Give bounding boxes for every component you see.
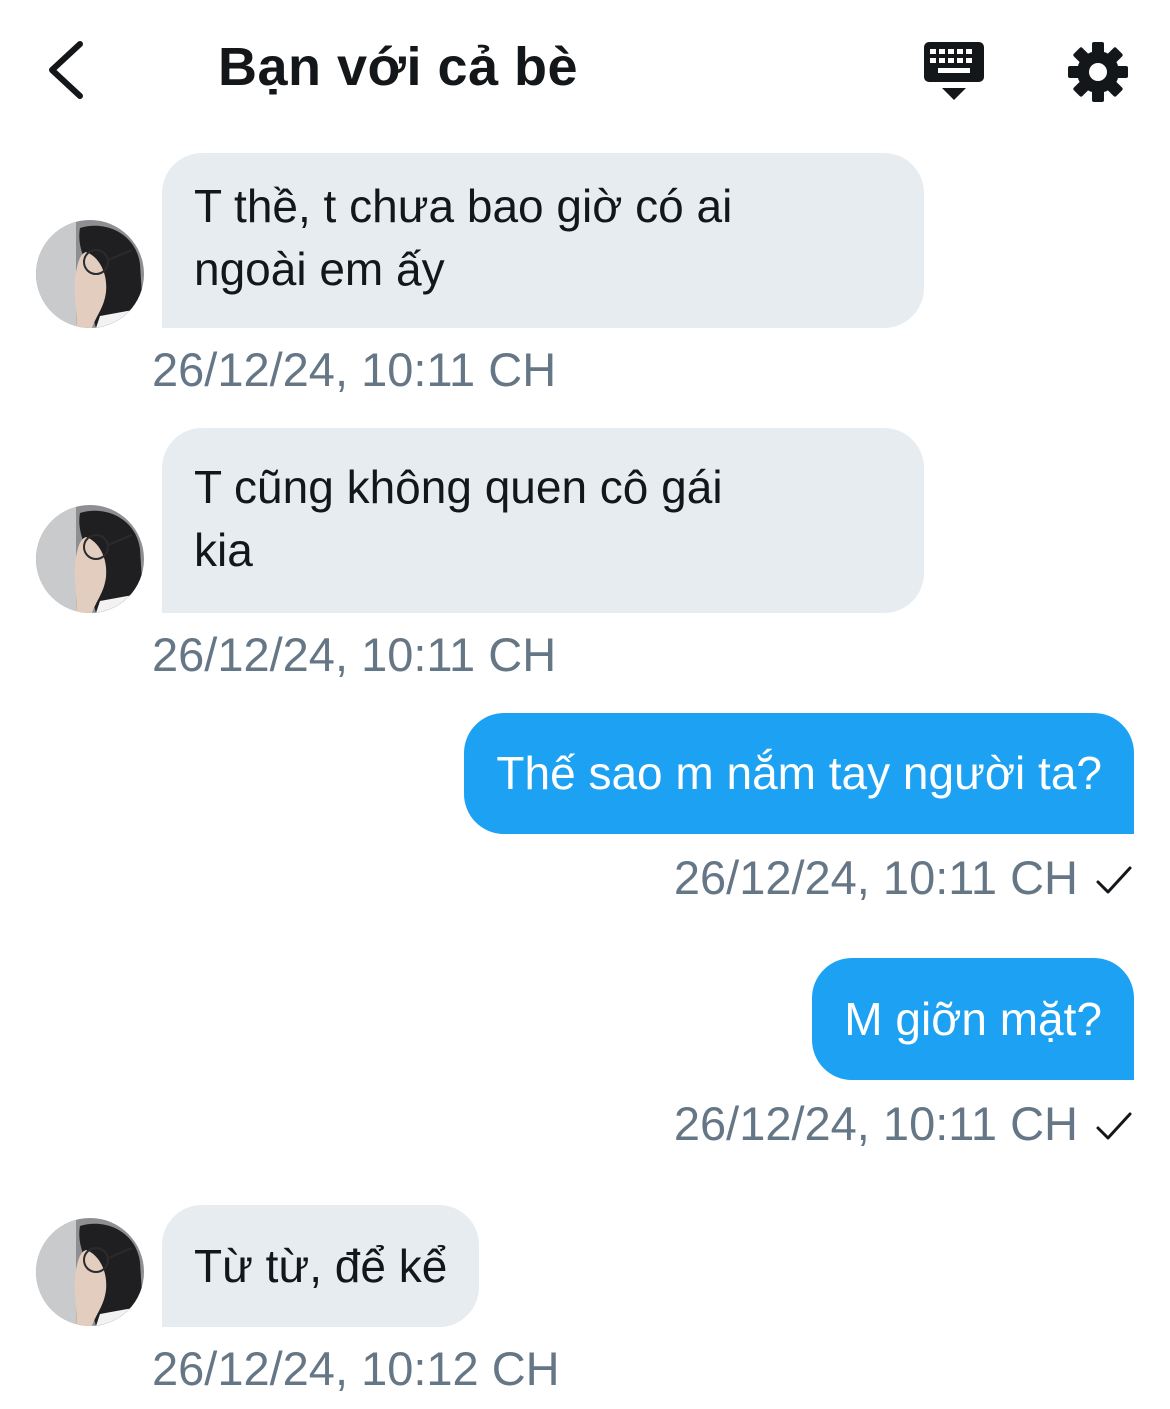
chevron-left-icon bbox=[49, 41, 83, 99]
message-timestamp: 26/12/24, 10:12 CH bbox=[152, 1342, 560, 1395]
incoming-message-bubble[interactable]: T thề, t chưa bao giờ có ai ngoài em ấy bbox=[162, 153, 924, 328]
message-timestamp: 26/12/24, 10:11 CH bbox=[152, 628, 557, 681]
avatar[interactable] bbox=[36, 1218, 144, 1326]
message-timestamp: 26/12/24, 10:11 CH bbox=[152, 343, 557, 396]
message-timestamp: 26/12/24, 10:11 CH bbox=[673, 1097, 1078, 1150]
checkmark-icon bbox=[1096, 866, 1132, 894]
keyboard-icon bbox=[924, 42, 984, 100]
outgoing-message-bubble[interactable]: Thế sao m nắm tay người ta? bbox=[464, 713, 1134, 834]
settings-button[interactable] bbox=[1066, 40, 1130, 104]
message-timestamp: 26/12/24, 10:11 CH bbox=[673, 851, 1078, 904]
avatar[interactable] bbox=[36, 220, 144, 328]
incoming-message-bubble[interactable]: Từ từ, để kể bbox=[162, 1205, 480, 1327]
keyboard-toggle-button[interactable] bbox=[918, 40, 990, 104]
conversation-header: Bạn với cả bè bbox=[0, 0, 1170, 140]
back-button[interactable] bbox=[40, 38, 100, 102]
checkmark-icon bbox=[1096, 1112, 1132, 1140]
avatar[interactable] bbox=[36, 505, 144, 613]
gear-icon bbox=[1068, 42, 1128, 102]
conversation-title: Bạn với cả bè bbox=[218, 37, 579, 97]
incoming-message-bubble[interactable]: T cũng không quen cô gái kia bbox=[162, 428, 924, 613]
outgoing-message-bubble[interactable]: M giỡn mặt? bbox=[812, 958, 1134, 1080]
